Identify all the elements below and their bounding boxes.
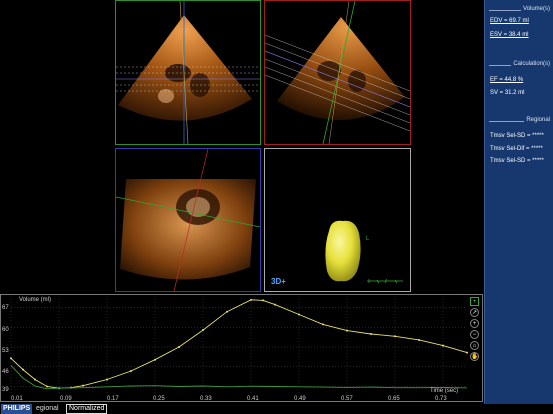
zoom-in-button[interactable]: + <box>470 319 479 328</box>
volume-chart <box>10 298 468 395</box>
edv-value[interactable]: EDV = 69.7 ml <box>490 18 529 24</box>
data-point <box>226 310 228 313</box>
ultrasound-image <box>116 149 260 291</box>
sv-value: SV = 31.2 ml <box>490 90 525 96</box>
data-point <box>34 378 36 381</box>
regional-item: Tmsv Sel-SD = ***** <box>490 158 544 164</box>
data-point <box>346 329 348 332</box>
ultrasound-image <box>265 1 410 144</box>
x-tick-label: 0.01 <box>11 396 23 402</box>
y-tick-label: 53 <box>2 348 9 354</box>
data-point <box>154 358 156 361</box>
data-point <box>322 323 324 326</box>
y-tick-label: 67 <box>2 305 9 311</box>
data-point <box>250 298 252 301</box>
y-tick-label: 39 <box>2 387 9 393</box>
data-point <box>370 333 372 336</box>
data-point <box>22 368 24 371</box>
x-tick-label: 0.17 <box>107 396 119 402</box>
volume-time-graph[interactable]: Volume (ml) Time (sec) 67 60 53 46 39 0.… <box>0 294 483 402</box>
tab-normalized[interactable]: Normalized <box>66 404 108 414</box>
tab-regional[interactable]: egional <box>36 404 59 414</box>
view-short-axis[interactable] <box>115 148 261 292</box>
series-line <box>10 299 468 389</box>
measurements-sidebar: Volume(s) EDV = 69.7 ml ESV = 38.4 ml Ca… <box>484 0 553 414</box>
x-tick-label: 0.25 <box>153 396 165 402</box>
data-point <box>466 351 468 354</box>
lv-mesh-3d: L <box>325 220 403 284</box>
data-point <box>418 338 420 341</box>
regional-item: Tmsv Sel-SD = ***** <box>490 133 544 139</box>
y-tick-label: 60 <box>2 327 9 333</box>
data-point <box>202 329 204 332</box>
regional-item: Tmsv Sel-Dif = ***** <box>490 146 543 152</box>
data-point <box>394 335 396 338</box>
view-apical-2ch[interactable] <box>264 0 411 145</box>
zoom-out-button[interactable]: − <box>470 330 479 339</box>
ef-value[interactable]: EF = 44.8 % <box>490 77 523 83</box>
data-point <box>442 344 444 347</box>
x-tick-label: 0.65 <box>388 396 400 402</box>
x-tick-label: 0.49 <box>294 396 306 402</box>
ultrasound-image <box>116 1 260 144</box>
data-point <box>262 299 264 302</box>
data-point <box>178 346 180 348</box>
add-point-button[interactable]: + <box>470 297 479 306</box>
x-tick-label: 0.73 <box>435 396 447 402</box>
data-point <box>82 384 84 387</box>
graph-title: Volume (ml) <box>19 297 52 303</box>
data-point <box>46 385 48 388</box>
pointer-tool-button[interactable]: ↗ <box>470 308 479 317</box>
data-point <box>10 357 12 360</box>
data-point <box>274 303 276 306</box>
data-point <box>130 370 132 372</box>
esv-value[interactable]: ESV = 38.4 ml <box>490 32 529 38</box>
graph-toolbar: + ↗ + − ⌂ ✋ <box>470 297 481 363</box>
render-mode-badge: 3D+ <box>271 277 286 286</box>
x-tick-label: 0.33 <box>200 396 212 402</box>
data-point <box>298 313 300 316</box>
reset-view-button[interactable]: ⌂ <box>470 341 479 350</box>
pan-hand-button[interactable]: ✋ <box>470 352 479 361</box>
y-tick-label: 46 <box>2 369 9 375</box>
brand-logo: PHILIPS <box>1 404 33 414</box>
data-point <box>106 378 108 381</box>
x-tick-label: 0.09 <box>60 396 72 402</box>
x-tick-label: 0.57 <box>341 396 353 402</box>
x-tick-label: 0.41 <box>247 396 259 402</box>
series-line <box>10 365 468 390</box>
view-3d-volume[interactable]: L 3D+ <box>264 148 411 292</box>
view-apical-4ch[interactable] <box>115 0 261 145</box>
footer-bar: PHILIPS egional Normalized <box>0 404 553 414</box>
time-axis-label: Time (sec) <box>430 388 459 394</box>
svg-text:L: L <box>366 236 370 242</box>
